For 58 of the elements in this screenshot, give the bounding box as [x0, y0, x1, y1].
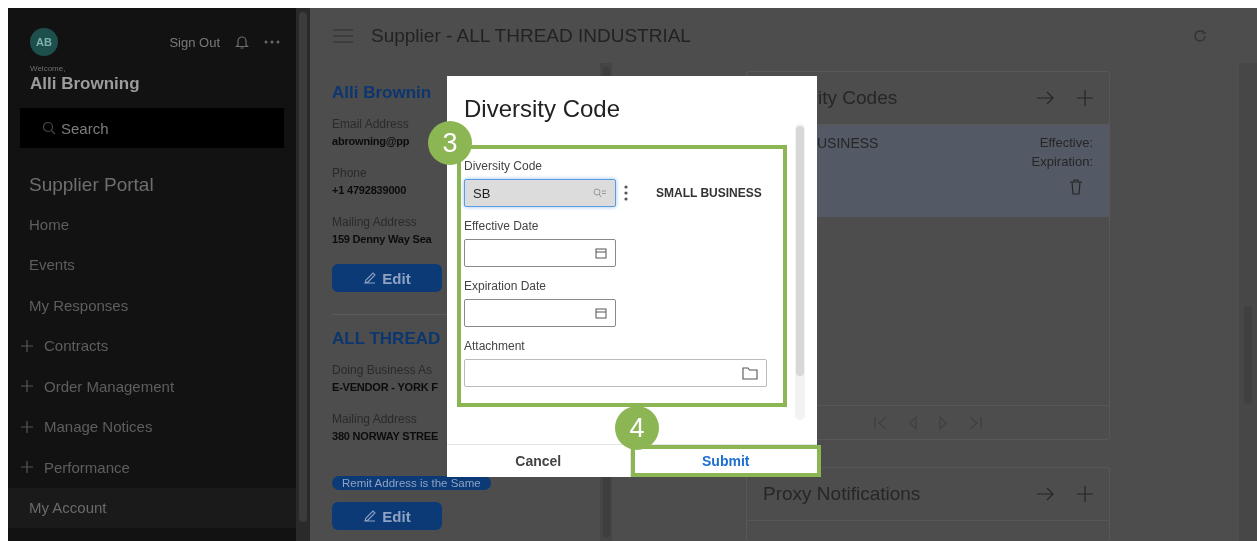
- company-name: ALL THREAD: [332, 329, 441, 349]
- search-icon: [42, 121, 56, 135]
- scrollbar[interactable]: [795, 124, 805, 420]
- kebab-icon[interactable]: [624, 185, 628, 201]
- sign-out-link[interactable]: Sign Out: [169, 34, 220, 50]
- field-value: 380 NORWAY STREE: [332, 430, 439, 443]
- nav-item[interactable]: My Responses: [8, 285, 296, 326]
- nav-item[interactable]: Order Management: [8, 366, 296, 407]
- calendar-icon[interactable]: [595, 307, 607, 319]
- scrollbar[interactable]: [296, 8, 310, 541]
- field-label: Expiration Date: [464, 279, 548, 293]
- lookup-field[interactable]: SB: [464, 179, 616, 207]
- field-value: E-VENDOR - YORK F: [332, 381, 438, 394]
- user-avatar[interactable]: AB: [30, 28, 58, 56]
- code-text: USINESS: [817, 135, 879, 153]
- pencil-icon: [363, 271, 378, 285]
- refresh-icon[interactable]: [1193, 28, 1207, 43]
- scrollbar-thumb[interactable]: [796, 126, 804, 376]
- add-icon[interactable]: [1077, 90, 1093, 106]
- attachment-field[interactable]: [464, 359, 767, 387]
- nav-item[interactable]: My Account: [8, 487, 296, 528]
- bell-icon[interactable]: [234, 34, 250, 50]
- date-field[interactable]: [464, 239, 616, 267]
- step-marker: 4: [615, 406, 659, 450]
- nav-item[interactable]: Manage Notices: [8, 406, 296, 447]
- search-field[interactable]: Search: [20, 108, 284, 148]
- expand-icon: [21, 380, 33, 393]
- expand-icon: [21, 339, 33, 352]
- effective-label: Effective:: [1039, 135, 1093, 150]
- date-field[interactable]: [464, 299, 616, 327]
- search-list-icon: [593, 188, 607, 198]
- more-icon[interactable]: [264, 40, 280, 44]
- field-label: Attachment: [464, 339, 526, 353]
- expand-icon: [21, 420, 33, 433]
- user-name: Alli Browning: [29, 73, 141, 94]
- expand-icon: [21, 461, 33, 474]
- edit-button[interactable]: Edit: [332, 264, 442, 292]
- nav-item[interactable]: Events: [8, 244, 296, 285]
- expiration-label: Expiration:: [1031, 154, 1093, 169]
- add-icon[interactable]: [1077, 486, 1093, 502]
- welcome-label: Welcome,: [29, 63, 67, 73]
- field-label: Effective Date: [464, 219, 540, 233]
- folder-icon[interactable]: [742, 366, 758, 380]
- calendar-icon[interactable]: [595, 247, 607, 259]
- portal-title: Supplier Portal: [28, 173, 155, 197]
- contact-name: Alli Brownin: [332, 83, 432, 103]
- submit-button[interactable]: Submit: [630, 445, 821, 477]
- pencil-icon: [363, 509, 378, 523]
- edit-button[interactable]: Edit: [332, 502, 442, 530]
- nav-item[interactable]: Home: [8, 204, 296, 245]
- dialog-title: Diversity Code: [463, 94, 622, 124]
- arrow-right-icon[interactable]: [1037, 91, 1055, 105]
- trash-icon[interactable]: [1069, 179, 1083, 195]
- arrow-right-icon[interactable]: [1037, 487, 1055, 501]
- nav-item[interactable]: Performance: [8, 447, 296, 488]
- nav-item[interactable]: Contracts: [8, 325, 296, 366]
- remit-badge: Remit Address is the Same: [332, 476, 491, 490]
- field-value: +1 4792839000: [332, 184, 407, 197]
